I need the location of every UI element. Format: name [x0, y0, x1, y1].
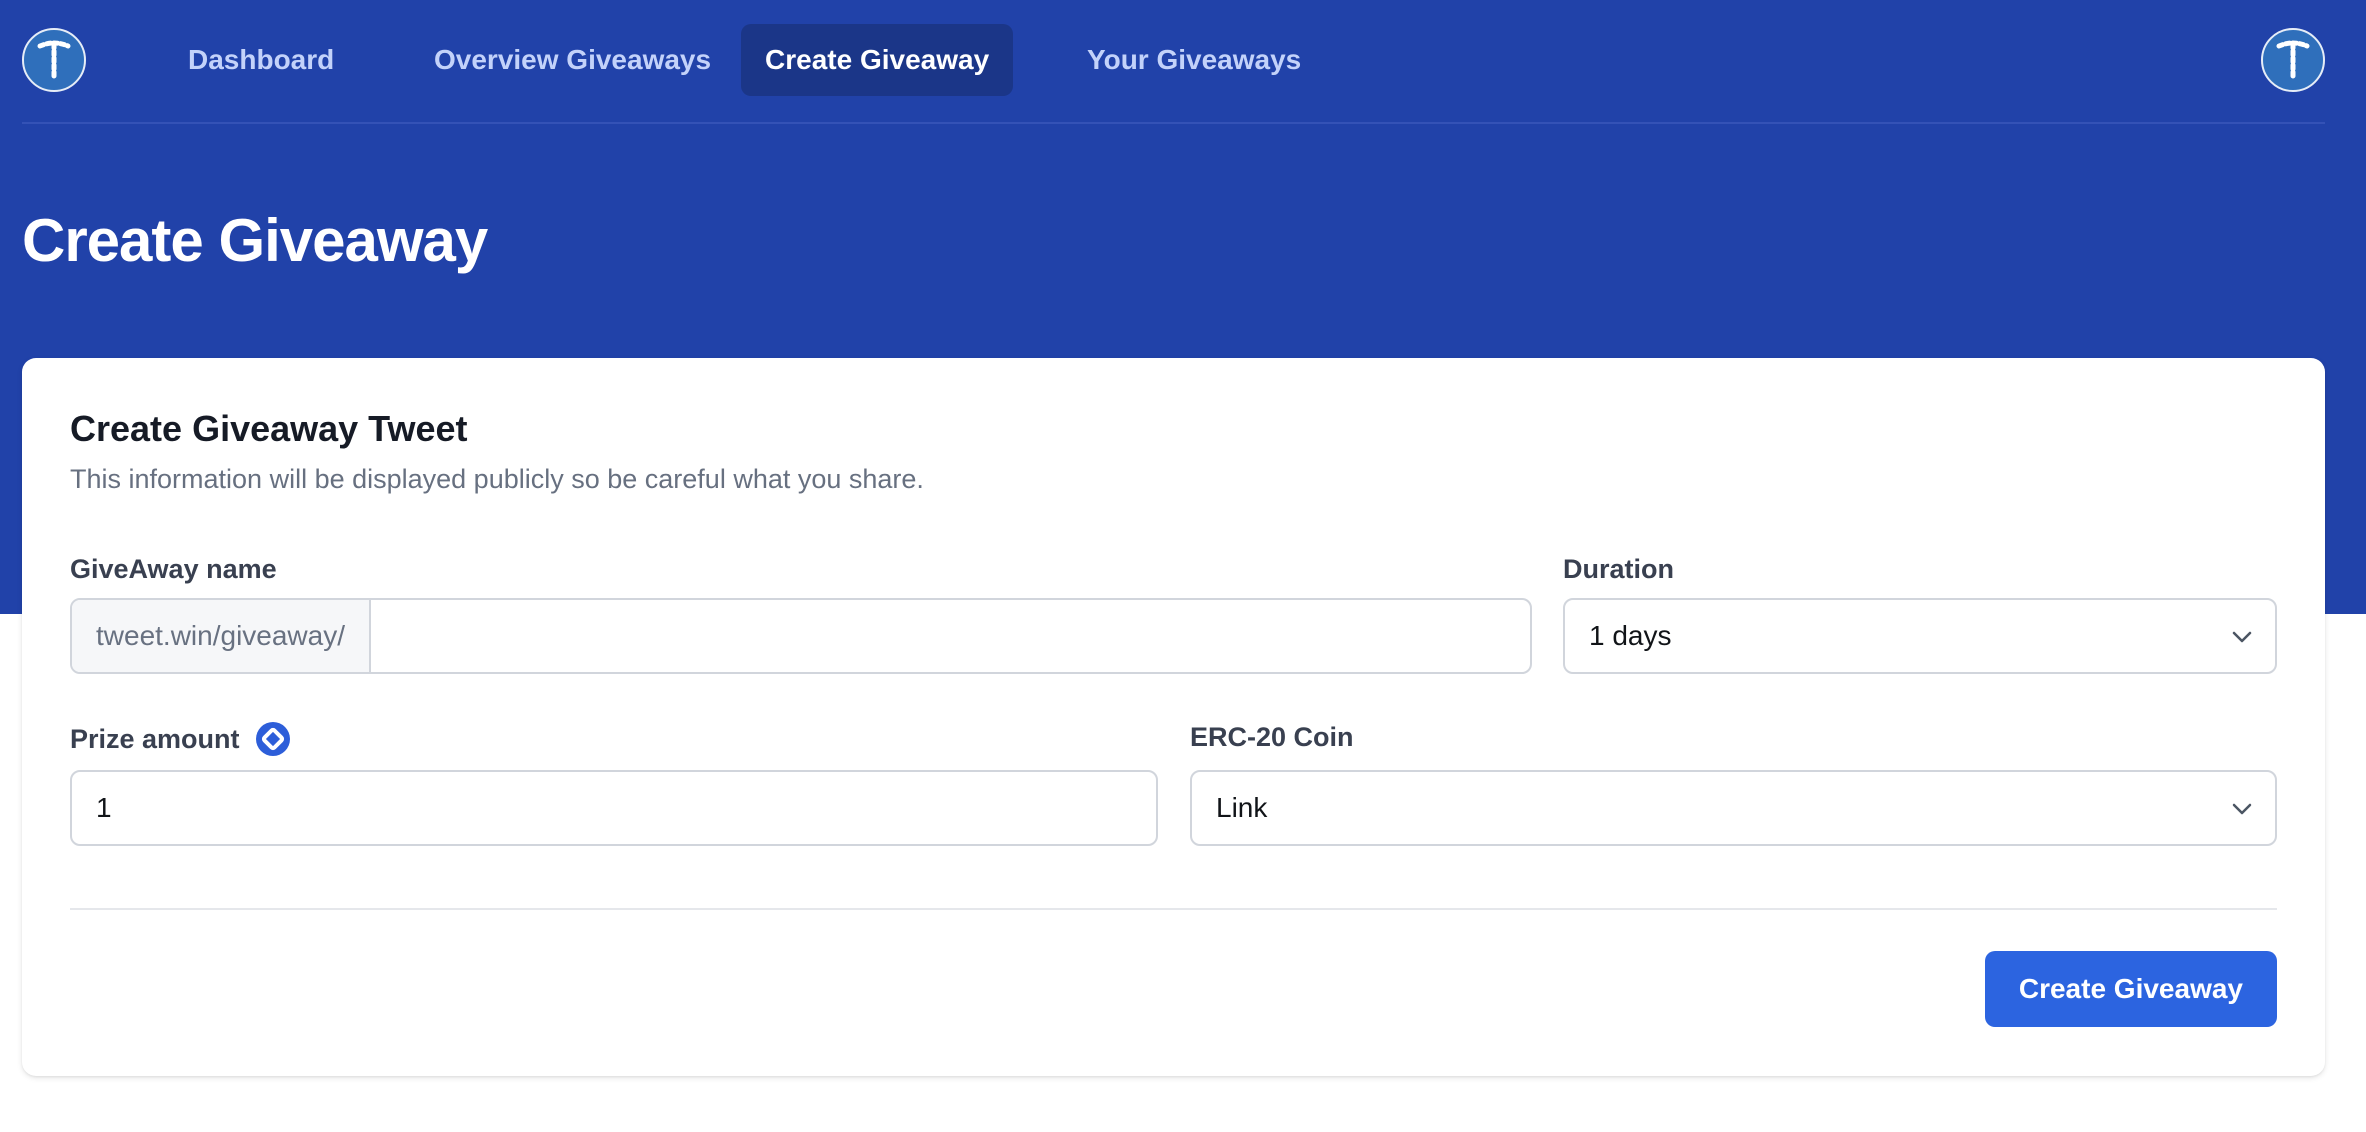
logo-icon[interactable]	[22, 28, 86, 92]
giveaway-name-label: GiveAway name	[70, 554, 277, 585]
top-nav: Dashboard Overview Giveaways Create Give…	[22, 0, 2325, 124]
prize-amount-value: 1	[96, 792, 112, 823]
nav-dashboard[interactable]: Dashboard	[164, 24, 358, 96]
duration-select[interactable]: 1 days	[1563, 598, 2277, 674]
erc20-coin-label: ERC-20 Coin	[1190, 722, 1354, 753]
prize-amount-label-text: Prize amount	[70, 723, 240, 754]
nav-overview-giveaways[interactable]: Overview Giveaways	[410, 24, 735, 96]
chainlink-icon	[255, 722, 290, 756]
create-giveaway-button[interactable]: Create Giveaway	[1984, 951, 2277, 1027]
chevron-down-icon	[2232, 803, 2252, 815]
form-title: Create Giveaway Tweet	[70, 408, 468, 449]
form-subtitle: This information will be displayed publi…	[70, 464, 924, 494]
duration-value: 1 days	[1589, 620, 1672, 651]
create-giveaway-card: Create Giveaway Tweet This information w…	[22, 358, 2325, 1076]
erc20-coin-label-text: ERC-20 Coin	[1190, 722, 1354, 752]
chevron-down-icon	[2232, 631, 2252, 643]
erc20-coin-value: Link	[1216, 792, 1268, 823]
nav-your-giveaways[interactable]: Your Giveaways	[1063, 24, 1325, 96]
avatar-icon[interactable]	[2261, 28, 2325, 92]
form-divider	[70, 908, 2277, 910]
giveaway-name-field[interactable]: tweet.win/giveaway/	[70, 598, 1532, 674]
avatar-glyph	[2276, 40, 2310, 79]
prize-amount-label: Prize amount	[70, 722, 290, 756]
duration-label-text: Duration	[1563, 554, 1674, 584]
giveaway-name-label-text: GiveAway name	[70, 554, 277, 584]
giveaway-url-prefix: tweet.win/giveaway/	[72, 600, 372, 672]
nav-create-giveaway[interactable]: Create Giveaway	[741, 24, 1014, 96]
page-title: Create Giveaway	[22, 207, 488, 274]
prize-amount-input[interactable]: 1	[70, 770, 1158, 846]
duration-label: Duration	[1563, 554, 1674, 585]
erc20-coin-select[interactable]: Link	[1190, 770, 2277, 846]
t-logo-glyph	[37, 40, 71, 79]
